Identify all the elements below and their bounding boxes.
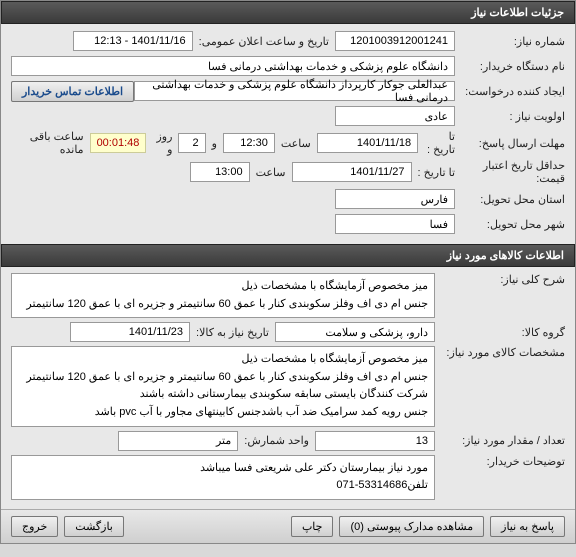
label-priority: اولویت نیاز :	[455, 110, 565, 123]
field-goods-spec: میز مخصوص آزمایشگاه با مشخصات ذیل جنس ام…	[11, 346, 435, 426]
field-days-remain: 2	[178, 133, 205, 153]
label-hour-2: ساعت	[256, 166, 286, 179]
attachments-button[interactable]: مشاهده مدارک پیوستی (0)	[339, 516, 484, 537]
contact-info-button[interactable]: اطلاعات تماس خریدار	[11, 81, 134, 102]
label-city: شهر محل تحویل:	[455, 218, 565, 231]
label-answer-deadline: مهلت ارسال پاسخ:	[455, 137, 565, 150]
field-announce-date: 1401/11/16 - 12:13	[73, 31, 193, 51]
label-hour-1: ساعت	[281, 137, 311, 150]
label-org-name: نام دستگاه خریدار:	[455, 60, 565, 73]
field-deadline-time: 12:30	[223, 133, 275, 153]
field-city: فسا	[335, 214, 455, 234]
field-req-no: 1201003912001241	[335, 31, 455, 51]
field-goods-date: 1401/11/23	[70, 322, 190, 342]
label-qty: تعداد / مقدار مورد نیاز:	[435, 434, 565, 447]
print-button[interactable]: چاپ	[291, 516, 334, 537]
footer-toolbar: پاسخ به نیاز مشاهده مدارک پیوستی (0) چاپ…	[1, 509, 575, 543]
label-requester: ایجاد کننده درخواست:	[455, 85, 565, 98]
label-goods-spec: مشخصات کالای مورد نیاز:	[435, 346, 565, 359]
exit-button[interactable]: خروج	[11, 516, 58, 537]
field-valid-time: 13:00	[190, 162, 250, 182]
field-province: فارس	[335, 189, 455, 209]
spec-line1: میز مخصوص آزمایشگاه با مشخصات ذیل	[18, 351, 428, 369]
field-qty: 13	[315, 431, 435, 451]
label-announce-date: تاریخ و ساعت اعلان عمومی:	[199, 35, 329, 48]
label-to-date-1: تا تاریخ :	[424, 130, 455, 156]
countdown-timer: 00:01:48	[90, 133, 147, 153]
field-requester: عبدالعلی جوکار کارپرداز دانشگاه علوم پزش…	[134, 81, 455, 101]
label-to-date-2: تا تاریخ :	[418, 166, 455, 179]
label-goods-group: گروه کالا:	[435, 326, 565, 339]
field-gen-desc: میز مخصوص آزمایشگاه با مشخصات ذیل جنس ام…	[11, 273, 435, 318]
attachments-count: (0)	[350, 521, 363, 533]
spec-line4: جنس رویه کمد سرامیک ضد آب باشدجنس کابینت…	[18, 404, 428, 422]
label-req-no: شماره نیاز:	[455, 35, 565, 48]
field-priority: عادی	[335, 106, 455, 126]
spec-line2: جنس ام دی اف وفلز سکوبندی کنار با عمق 60…	[18, 369, 428, 387]
label-valid-until: حداقل تاریخ اعتبار قیمت:	[455, 159, 565, 185]
label-day: روز و	[152, 130, 172, 156]
field-goods-group: دارو، پزشکی و سلامت	[275, 322, 435, 342]
label-province: استان محل تحویل:	[455, 193, 565, 206]
gen-desc-line1: میز مخصوص آزمایشگاه با مشخصات ذیل	[18, 278, 428, 296]
field-unit: متر	[118, 431, 238, 451]
label-gen-desc: شرح کلی نیاز:	[435, 273, 565, 286]
reply-button[interactable]: پاسخ به نیاز	[490, 516, 565, 537]
spec-line3: شرکت کنندگان بایستی سابقه سکوبندی بیمارس…	[18, 386, 428, 404]
field-deadline-date: 1401/11/18	[317, 133, 418, 153]
field-valid-date: 1401/11/27	[292, 162, 412, 182]
attachments-label: مشاهده مدارک پیوستی	[367, 521, 473, 533]
gen-desc-line2: جنس ام دی اف وفلز سکوبندی کنار با عمق 60…	[18, 296, 428, 314]
section-header-need-info: جزئیات اطلاعات نیاز	[1, 1, 575, 24]
label-and: و	[212, 137, 217, 150]
field-buyer-notes: مورد نیاز بیمارستان دکتر علی شریعتی فسا …	[11, 455, 435, 500]
section-header-goods-info: اطلاعات کالاهای مورد نیاز	[1, 244, 575, 267]
label-goods-date: تاریخ نیاز به کالا:	[196, 326, 269, 339]
back-button[interactable]: بازگشت	[64, 516, 124, 537]
label-hour-remain: ساعت باقی مانده	[17, 130, 84, 156]
notes-line1: مورد نیاز بیمارستان دکتر علی شریعتی فسا …	[18, 460, 428, 478]
label-buyer-notes: توضیحات خریدار:	[435, 455, 565, 468]
notes-line2: تلفن53314686-071	[18, 477, 428, 495]
label-unit: واحد شمارش:	[244, 434, 309, 447]
field-org-name: دانشگاه علوم پزشکی و خدمات بهداشتی درمان…	[11, 56, 455, 76]
